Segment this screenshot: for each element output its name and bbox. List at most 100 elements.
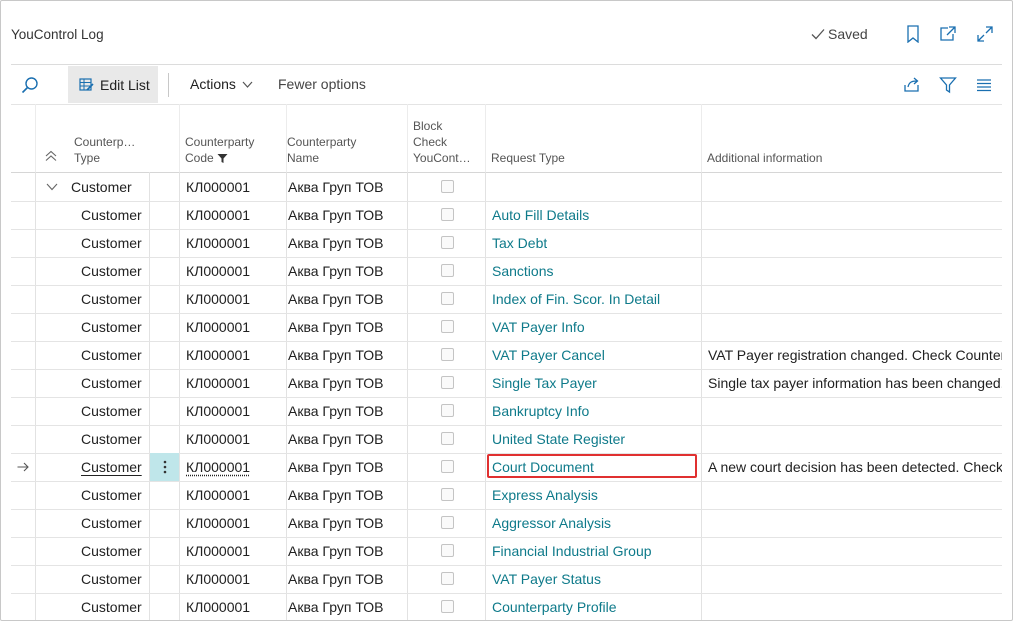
block-check-checkbox[interactable] (441, 208, 454, 221)
cell-type[interactable]: Customer (81, 509, 142, 537)
cell-request-type[interactable]: VAT Payer Info (492, 313, 585, 341)
actions-menu-button[interactable]: Actions (190, 76, 253, 92)
fewer-options-button[interactable]: Fewer options (278, 76, 366, 92)
cell-code[interactable]: КЛ000001 (186, 565, 250, 593)
table-row[interactable]: Customer КЛ000001 Аква Груп ТОВ Tax Debt (11, 229, 1002, 258)
table-row[interactable]: Customer КЛ000001 Аква Груп ТОВ Auto Fill D… (11, 201, 1002, 230)
cell-additional-info: VAT Payer registration changed. Check Co… (708, 347, 1002, 363)
block-check-checkbox[interactable] (441, 180, 454, 193)
cell-request-type[interactable]: VAT Payer Status (492, 565, 601, 593)
block-check-checkbox[interactable] (441, 292, 454, 305)
cell-request-type[interactable]: Aggressor Analysis (492, 509, 611, 537)
share-icon[interactable] (903, 76, 921, 94)
actions-label: Actions (190, 76, 236, 92)
row-menu-button[interactable] (150, 453, 179, 481)
edit-list-button[interactable]: Edit List (68, 66, 158, 103)
cell-code[interactable]: КЛ000001 (186, 593, 250, 620)
column-header-additional-info[interactable]: Additional information (707, 150, 822, 166)
column-header-request-type[interactable]: Request Type (491, 150, 565, 166)
cell-type[interactable]: Customer (81, 537, 142, 565)
cell-type[interactable]: Customer (81, 313, 142, 341)
table-row[interactable]: Customer КЛ000001 Аква Груп ТОВ VAT Payer C… (11, 341, 1002, 370)
cell-code[interactable]: КЛ000001 (186, 509, 250, 537)
bookmark-icon[interactable] (904, 25, 922, 43)
column-header-code[interactable]: Counterparty Code (185, 134, 254, 166)
cell-name: Аква Груп ТОВ (288, 347, 384, 363)
cell-type[interactable]: Customer (81, 201, 142, 229)
cell-type[interactable]: Customer (81, 565, 142, 593)
block-check-checkbox[interactable] (441, 348, 454, 361)
table-row[interactable]: Customer КЛ000001 Аква Груп ТОВ Express Ana… (11, 481, 1002, 510)
cell-request-type[interactable]: Single Tax Payer (492, 369, 597, 397)
block-check-checkbox[interactable] (441, 264, 454, 277)
cell-code[interactable]: КЛ000001 (186, 425, 250, 453)
table-row[interactable]: Customer КЛ000001 Аква Груп ТОВ Bankruptcy … (11, 397, 1002, 426)
cell-code[interactable]: КЛ000001 (186, 257, 250, 285)
column-header-block-check[interactable]: Block Check YouCont… (413, 118, 471, 166)
open-new-window-icon[interactable] (939, 25, 957, 43)
cell-type[interactable]: Customer (81, 229, 142, 257)
search-icon[interactable] (21, 76, 39, 94)
collapse-all-icon[interactable] (45, 150, 57, 162)
table-row[interactable]: Customer КЛ000001 Аква Груп ТОВ Court Docum… (11, 453, 1002, 482)
cell-code[interactable]: КЛ000001 (186, 285, 250, 313)
cell-request-type[interactable]: Financial Industrial Group (492, 537, 652, 565)
list-view-icon[interactable] (975, 76, 993, 94)
cell-type[interactable]: Customer (81, 397, 142, 425)
block-check-checkbox[interactable] (441, 572, 454, 585)
cell-code[interactable]: КЛ000001 (186, 397, 250, 425)
table-row[interactable]: Customer КЛ000001 Аква Груп ТОВ VAT Payer I… (11, 313, 1002, 342)
table-row[interactable]: Customer КЛ000001 Аква Груп ТОВ VAT Payer S… (11, 565, 1002, 594)
block-check-checkbox[interactable] (441, 488, 454, 501)
cell-code[interactable]: КЛ000001 (186, 229, 250, 257)
block-check-checkbox[interactable] (441, 376, 454, 389)
cell-code[interactable]: КЛ000001 (186, 369, 250, 397)
table-row[interactable]: Customer КЛ000001 Аква Груп ТОВ Index of Fi… (11, 285, 1002, 314)
filter-icon[interactable] (939, 76, 957, 94)
cell-request-type[interactable]: Tax Debt (492, 229, 547, 257)
block-check-checkbox[interactable] (441, 320, 454, 333)
column-header-type[interactable]: Counterp… Type (74, 134, 135, 166)
block-check-checkbox[interactable] (441, 432, 454, 445)
cell-type[interactable]: Customer (81, 593, 142, 620)
cell-code[interactable]: КЛ000001 (186, 537, 250, 565)
cell-type[interactable]: Customer (81, 257, 142, 285)
cell-type[interactable]: Customer (81, 481, 142, 509)
table-row[interactable]: Customer КЛ000001 Аква Груп ТОВ Financial I… (11, 537, 1002, 566)
cell-type[interactable]: Customer (81, 341, 142, 369)
block-check-checkbox[interactable] (441, 600, 454, 613)
block-check-checkbox[interactable] (441, 516, 454, 529)
table-row[interactable]: Customer КЛ000001 Аква Груп ТОВ United Stat… (11, 425, 1002, 454)
cell-request-type[interactable]: Auto Fill Details (492, 201, 589, 229)
table-row[interactable]: Customer КЛ000001 Аква Груп ТОВ Aggressor A… (11, 509, 1002, 538)
table-row[interactable]: Customer КЛ000001 Аква Груп ТОВ Counterpart… (11, 593, 1002, 620)
cell-code[interactable]: КЛ000001 (186, 453, 250, 481)
cell-request-type[interactable]: Bankruptcy Info (492, 397, 589, 425)
cell-request-type[interactable]: VAT Payer Cancel (492, 341, 605, 369)
block-check-checkbox[interactable] (441, 460, 454, 473)
cell-name: Аква Груп ТОВ (288, 375, 384, 391)
cell-type[interactable]: Customer (81, 425, 142, 453)
cell-type[interactable]: Customer (81, 369, 142, 397)
chevron-down-icon[interactable] (46, 183, 58, 191)
cell-request-type[interactable]: Index of Fin. Scor. In Detail (492, 285, 660, 313)
cell-code[interactable]: КЛ000001 (186, 341, 250, 369)
cell-request-type[interactable]: Counterparty Profile (492, 593, 617, 620)
table-row[interactable]: Customer КЛ000001 Аква Груп ТОВ Sanctions (11, 257, 1002, 286)
cell-request-type[interactable]: United State Register (492, 425, 625, 453)
expand-icon[interactable] (976, 25, 994, 43)
cell-code[interactable]: КЛ000001 (186, 201, 250, 229)
table-row[interactable]: Customer КЛ000001 Аква Груп ТОВ Single Tax … (11, 369, 1002, 398)
block-check-checkbox[interactable] (441, 544, 454, 557)
cell-code[interactable]: КЛ000001 (186, 481, 250, 509)
cell-code[interactable]: КЛ000001 (186, 313, 250, 341)
cell-type[interactable]: Customer (81, 453, 142, 481)
column-header-name[interactable]: Counterparty Name (287, 134, 356, 166)
cell-request-type[interactable]: Express Analysis (492, 481, 598, 509)
cell-additional-info (708, 509, 1002, 537)
block-check-checkbox[interactable] (441, 236, 454, 249)
cell-type[interactable]: Customer (81, 285, 142, 313)
cell-request-type[interactable]: Sanctions (492, 257, 553, 285)
block-check-checkbox[interactable] (441, 404, 454, 417)
group-row[interactable]: Customer КЛ000001 Аква Груп ТОВ (11, 173, 1002, 202)
